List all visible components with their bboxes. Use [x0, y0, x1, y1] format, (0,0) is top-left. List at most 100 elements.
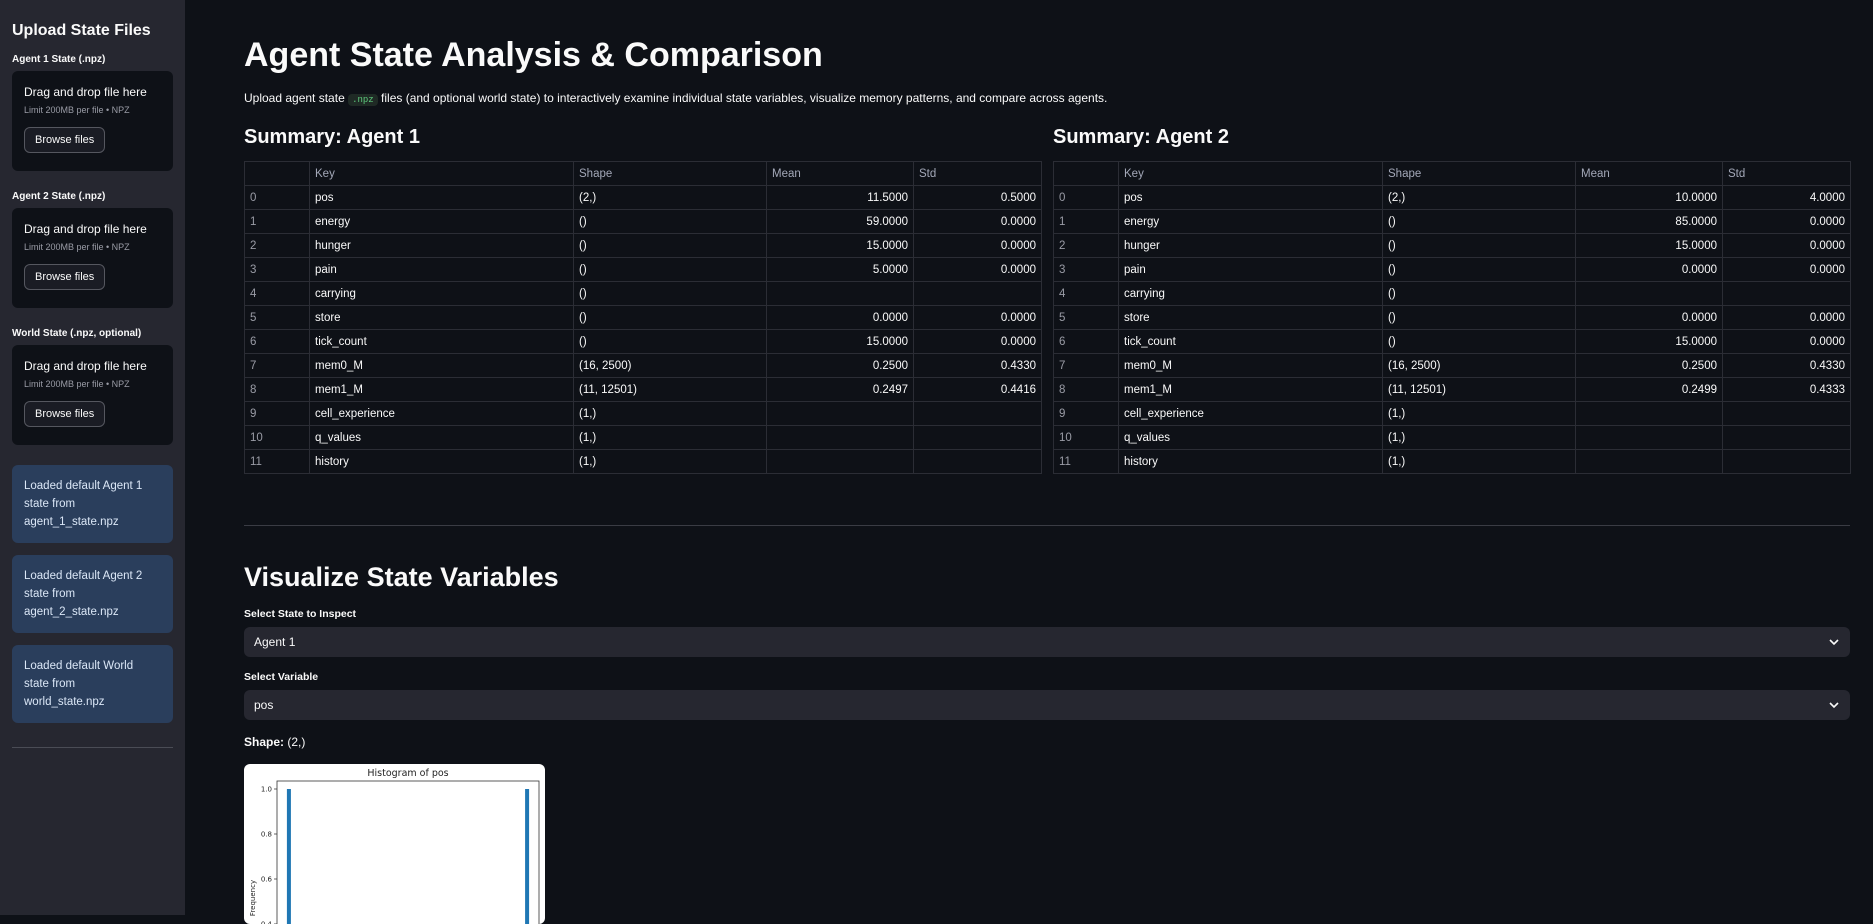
table-row: 10q_values(1,) [245, 426, 1042, 450]
row-index: 8 [1054, 378, 1119, 402]
variable-select[interactable]: pos [244, 690, 1850, 720]
row-index: 1 [245, 210, 310, 234]
table-row: 6tick_count()15.00000.0000 [1054, 330, 1851, 354]
row-index: 2 [1054, 234, 1119, 258]
column-header[interactable]: Key [310, 162, 574, 186]
y-tick-label: 0.4 [261, 921, 273, 924]
row-index: 10 [245, 426, 310, 450]
shape-cell: (16, 2500) [574, 354, 767, 378]
mean-cell [1576, 426, 1723, 450]
row-index: 6 [1054, 330, 1119, 354]
sidebar-divider [12, 747, 173, 748]
histogram-svg: Histogram of pos Frequency 1.00.80.60.4 [244, 764, 545, 924]
std-cell [1723, 402, 1851, 426]
plot-frame [277, 781, 539, 924]
column-header[interactable]: Key [1119, 162, 1383, 186]
key-cell: hunger [310, 234, 574, 258]
column-header[interactable]: Shape [1383, 162, 1576, 186]
table-row: 7mem0_M(16, 2500)0.25000.4330 [1054, 354, 1851, 378]
message-line: Loaded default World [24, 657, 161, 675]
agent1-upload-label: Agent 1 State (.npz) [12, 54, 173, 65]
sidebar-title: Upload State Files [12, 22, 173, 40]
state-select-value: Agent 1 [254, 635, 295, 649]
key-cell: cell_experience [310, 402, 574, 426]
std-cell: 0.0000 [914, 210, 1042, 234]
table-row: 0pos(2,)11.50000.5000 [245, 186, 1042, 210]
agent1-file-dropzone[interactable]: Drag and drop file here Limit 200MB per … [12, 71, 173, 171]
table-row: 5store()0.00000.0000 [245, 306, 1042, 330]
agent2-loaded-message: Loaded default Agent 2 state from agent_… [12, 555, 173, 633]
std-cell [1723, 426, 1851, 450]
std-cell: 0.0000 [1723, 210, 1851, 234]
world-loaded-message: Loaded default World state from world_st… [12, 645, 173, 723]
row-index: 9 [245, 402, 310, 426]
table-row: 9cell_experience(1,) [245, 402, 1042, 426]
mean-cell: 10.0000 [1576, 186, 1723, 210]
message-line: Loaded default Agent 2 [24, 567, 161, 585]
std-cell: 0.0000 [1723, 306, 1851, 330]
world-browse-button[interactable]: Browse files [24, 401, 105, 427]
column-header[interactable]: Shape [574, 162, 767, 186]
key-cell: energy [310, 210, 574, 234]
column-header[interactable] [245, 162, 310, 186]
shape-label: Shape: [244, 735, 284, 749]
key-cell: mem1_M [1119, 378, 1383, 402]
summary-table[interactable]: KeyShapeMeanStd0pos(2,)10.00004.00001ene… [1053, 161, 1851, 474]
agent2-browse-button[interactable]: Browse files [24, 264, 105, 290]
shape-info: Shape: (2,) [244, 735, 305, 749]
key-cell: pos [1119, 186, 1383, 210]
mean-cell [767, 282, 914, 306]
agent1-loaded-message: Loaded default Agent 1 state from agent_… [12, 465, 173, 543]
dropzone-limit: Limit 200MB per file • NPZ [24, 242, 161, 252]
key-cell: mem1_M [310, 378, 574, 402]
shape-cell: (1,) [1383, 450, 1576, 474]
y-tick-label: 0.6 [261, 876, 273, 884]
key-cell: carrying [1119, 282, 1383, 306]
dropzone-text: Drag and drop file here [24, 359, 161, 373]
mean-cell: 15.0000 [1576, 234, 1723, 258]
mean-cell: 0.2500 [1576, 354, 1723, 378]
message-line: agent_2_state.npz [24, 603, 161, 621]
column-header[interactable]: Mean [767, 162, 914, 186]
column-header[interactable]: Mean [1576, 162, 1723, 186]
column-header[interactable]: Std [1723, 162, 1851, 186]
state-select[interactable]: Agent 1 [244, 627, 1850, 657]
row-index: 4 [1054, 282, 1119, 306]
histogram-bar [525, 789, 529, 924]
column-header[interactable]: Std [914, 162, 1042, 186]
shape-cell: (1,) [574, 450, 767, 474]
y-tick-label: 1.0 [261, 786, 272, 794]
summary-table[interactable]: KeyShapeMeanStd0pos(2,)11.50000.50001ene… [244, 161, 1042, 474]
table-row: 8mem1_M(11, 12501)0.24990.4333 [1054, 378, 1851, 402]
std-cell: 4.0000 [1723, 186, 1851, 210]
std-cell [914, 282, 1042, 306]
row-index: 7 [245, 354, 310, 378]
summary-agent1: Summary: Agent 1 KeyShapeMeanStd0pos(2,)… [244, 126, 1041, 474]
key-cell: store [310, 306, 574, 330]
shape-cell: () [1383, 210, 1576, 234]
agent1-browse-button[interactable]: Browse files [24, 127, 105, 153]
table-row: 6tick_count()15.00000.0000 [245, 330, 1042, 354]
variable-select-value: pos [254, 698, 273, 712]
agent2-file-dropzone[interactable]: Drag and drop file here Limit 200MB per … [12, 208, 173, 308]
row-index: 3 [1054, 258, 1119, 282]
shape-cell: (16, 2500) [1383, 354, 1576, 378]
row-index: 5 [245, 306, 310, 330]
world-file-dropzone[interactable]: Drag and drop file here Limit 200MB per … [12, 345, 173, 445]
row-index: 2 [245, 234, 310, 258]
shape-cell: () [574, 306, 767, 330]
shape-cell: () [574, 282, 767, 306]
table-row: 4carrying() [1054, 282, 1851, 306]
table-row: 2hunger()15.00000.0000 [1054, 234, 1851, 258]
std-cell: 0.4333 [1723, 378, 1851, 402]
shape-cell: (2,) [1383, 186, 1576, 210]
y-tick-label: 0.8 [261, 831, 272, 839]
row-index: 4 [245, 282, 310, 306]
key-cell: mem0_M [1119, 354, 1383, 378]
variable-select-label: Select Variable [244, 671, 318, 683]
state-select-label: Select State to Inspect [244, 608, 356, 620]
table-row: 3pain()0.00000.0000 [1054, 258, 1851, 282]
std-cell: 0.0000 [1723, 234, 1851, 258]
std-cell: 0.5000 [914, 186, 1042, 210]
column-header[interactable] [1054, 162, 1119, 186]
